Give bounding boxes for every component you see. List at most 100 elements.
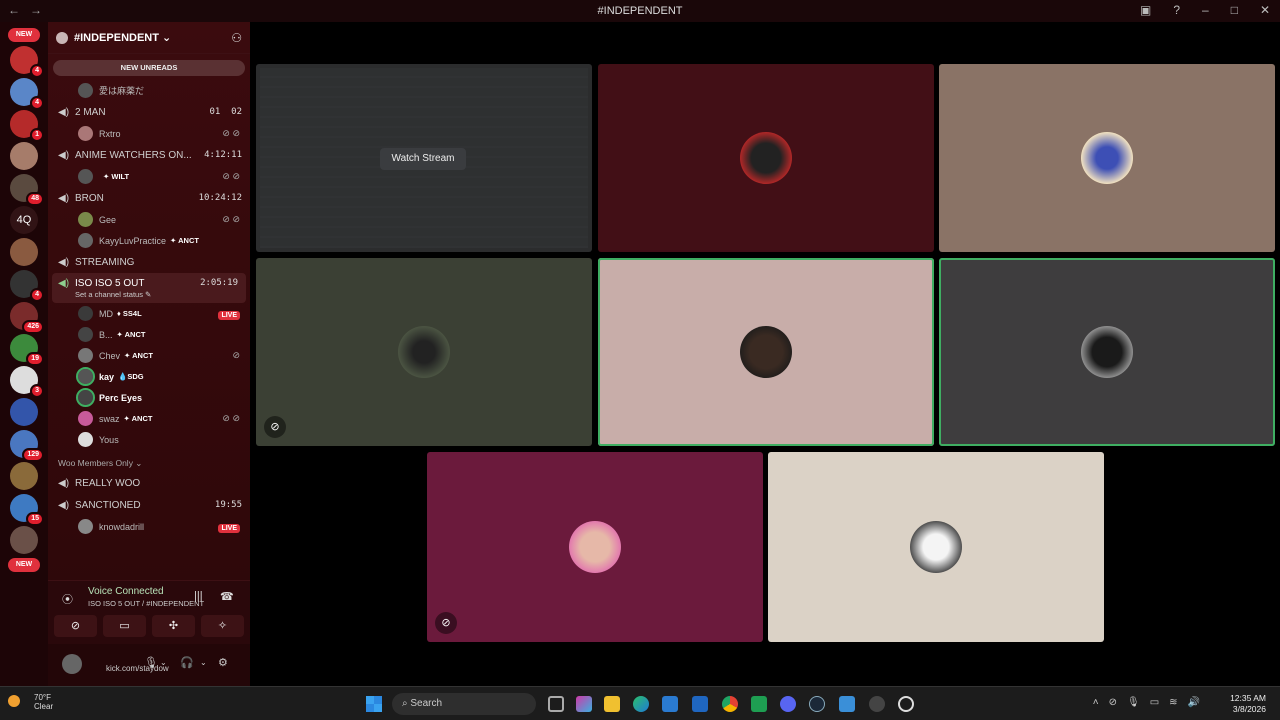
sheets-icon[interactable] <box>751 696 767 712</box>
participant-avatar <box>740 326 792 378</box>
server-icon[interactable]: 48 <box>10 174 44 206</box>
gear-icon[interactable]: ⚙ <box>218 656 228 669</box>
speaker-icon: ◀) <box>58 277 70 289</box>
screen-share-icon[interactable]: ▭ <box>103 615 146 637</box>
obs-icon[interactable] <box>869 696 885 712</box>
voice-user[interactable]: swaz ✦ ANCT ⊘ ⊘ <box>48 408 250 429</box>
avatar[interactable] <box>62 654 82 674</box>
voice-user[interactable]: KayyLuvPractice ✦ ANCT <box>48 230 250 251</box>
display-icon[interactable]: ▭ <box>1150 697 1159 708</box>
microphone-icon[interactable]: 🎙 <box>1127 697 1140 708</box>
store-icon[interactable] <box>662 696 678 712</box>
noise-suppression-icon[interactable]: ||| <box>194 590 203 602</box>
voice-channel-really-woo[interactable]: ◀) REALLY WOO <box>48 472 250 494</box>
category-woo[interactable]: Woo Members Only ⌄ <box>48 450 250 472</box>
server-icon[interactable] <box>10 142 38 170</box>
voice-user[interactable]: Rxtro ⊘ ⊘ <box>48 123 250 144</box>
add-member-icon[interactable]: ⚇ <box>231 31 242 45</box>
chevron-up-icon[interactable]: ˄ <box>1093 697 1099 708</box>
chrome-icon[interactable] <box>722 696 738 712</box>
inbox-icon[interactable]: ▣ <box>1140 3 1151 17</box>
server-icon[interactable]: 4 <box>10 270 44 302</box>
file-explorer-icon[interactable] <box>604 696 620 712</box>
voice-channel-anime[interactable]: ◀) ANIME WATCHERS ON... 4:12:11 <box>48 144 250 166</box>
voice-channel-sanctioned[interactable]: ◀) SANCTIONED 19:55 <box>48 494 250 516</box>
stream-tile[interactable]: Watch Stream <box>256 64 592 252</box>
minimize-button[interactable]: – <box>1202 3 1209 17</box>
channel-item[interactable]: 愛は麻薬だ <box>48 80 250 101</box>
server-icon[interactable]: 129 <box>10 430 44 462</box>
server-icon[interactable]: 426 <box>10 302 44 334</box>
participant-tile[interactable] <box>939 258 1275 446</box>
voice-user[interactable]: Perc Eyes <box>48 387 250 408</box>
participant-tile[interactable] <box>768 452 1104 642</box>
chevron-down-icon[interactable]: ⌄ <box>200 658 207 667</box>
voice-user[interactable]: knowdadrill LIVE <box>48 516 250 537</box>
weather-icon[interactable] <box>8 695 20 707</box>
server-icon[interactable]: 4 <box>10 46 44 78</box>
server-icon[interactable]: 4 <box>10 78 44 110</box>
maximize-button[interactable]: □ <box>1231 3 1238 17</box>
watch-stream-button[interactable]: Watch Stream <box>380 148 466 170</box>
headphones-icon[interactable]: 🎧 <box>180 656 194 669</box>
microphone-icon[interactable]: 🎙 <box>144 656 158 669</box>
server-icon[interactable]: 3 <box>10 366 44 398</box>
signal-icon[interactable]: ⦿ <box>62 591 73 607</box>
start-button[interactable] <box>366 696 382 712</box>
server-icon[interactable]: 19 <box>10 334 44 366</box>
voice-status-title[interactable]: Voice Connected <box>88 586 164 597</box>
server-icon[interactable] <box>10 398 38 426</box>
voice-channel-iso[interactable]: ◀) ISO ISO 5 OUT 2:05:19 Set a channel s… <box>52 273 246 303</box>
voice-user[interactable]: Chev ✦ ANCT ⊘ <box>48 345 250 366</box>
discord-icon[interactable] <box>780 696 796 712</box>
server-icon[interactable] <box>10 238 38 266</box>
new-pill[interactable]: NEW <box>8 558 40 572</box>
camera-icon[interactable]: ⊘ <box>1109 697 1117 708</box>
disconnect-icon[interactable]: ☎ <box>220 590 234 603</box>
soundboard-icon[interactable]: ✧ <box>201 615 244 637</box>
edge-icon[interactable] <box>633 696 649 712</box>
user-name: kay <box>99 371 115 382</box>
voice-channel-bron[interactable]: ◀) BRON 10:24:12 <box>48 187 250 209</box>
voice-channel-2man[interactable]: ◀) 2 MAN 01 02 <box>48 101 250 123</box>
voice-user[interactable]: ✦ WILT ⊘ ⊘ <box>48 166 250 187</box>
server-icon[interactable] <box>10 526 38 554</box>
app-icon[interactable] <box>898 696 914 712</box>
server-4q[interactable]: 4Q <box>10 206 38 234</box>
participant-tile[interactable] <box>598 64 934 252</box>
participant-tile[interactable]: ⊘ <box>427 452 763 642</box>
help-icon[interactable]: ? <box>1173 3 1180 17</box>
steam-icon[interactable] <box>809 696 825 712</box>
chevron-down-icon[interactable]: ⌄ <box>160 658 167 667</box>
volume-icon[interactable]: 🔊 <box>1188 697 1200 708</box>
new-pill[interactable]: NEW <box>8 28 40 42</box>
server-icon[interactable]: 1 <box>10 110 44 142</box>
wifi-icon[interactable]: ≋ <box>1169 697 1177 708</box>
copilot-icon[interactable] <box>576 696 592 712</box>
voice-user[interactable]: Gee ⊘ ⊘ <box>48 209 250 230</box>
participant-tile[interactable] <box>939 64 1275 252</box>
title-bar: ← → #INDEPENDENT ▣ ? – □ ✕ <box>0 0 1280 22</box>
camera-off-icon[interactable]: ⊘ <box>54 615 97 637</box>
activities-icon[interactable]: ✣ <box>152 615 195 637</box>
voice-status-channel[interactable]: ISO ISO 5 OUT / #INDEPENDENT <box>88 599 204 608</box>
photos-icon[interactable] <box>839 696 855 712</box>
voice-user[interactable]: B... ✦ ANCT <box>48 324 250 345</box>
task-view-icon[interactable] <box>548 696 564 712</box>
guild-header[interactable]: #INDEPENDENT ⌄ ⚇ <box>48 22 250 54</box>
server-icon[interactable]: 15 <box>10 494 44 526</box>
channel-status[interactable]: Set a channel status ✎ <box>58 290 238 299</box>
voice-channel-streaming[interactable]: ◀) STREAMING <box>48 251 250 273</box>
participant-tile[interactable] <box>598 258 934 446</box>
participant-tile[interactable]: ⊘ <box>256 258 592 446</box>
weather-widget[interactable]: 70°F Clear <box>20 693 53 711</box>
voice-user[interactable]: kay 💧SDG <box>48 366 250 387</box>
new-unreads-bar[interactable]: NEW UNREADS <box>53 60 245 76</box>
taskbar-search[interactable]: ⌕ Search <box>392 693 536 715</box>
voice-user[interactable]: MD ♦ SS4L LIVE <box>48 303 250 324</box>
clock[interactable]: 12:35 AM 3/8/2026 <box>1230 693 1266 715</box>
close-button[interactable]: ✕ <box>1260 3 1270 17</box>
server-icon[interactable] <box>10 462 38 490</box>
voice-user[interactable]: Yous <box>48 429 250 450</box>
outlook-icon[interactable] <box>692 696 708 712</box>
